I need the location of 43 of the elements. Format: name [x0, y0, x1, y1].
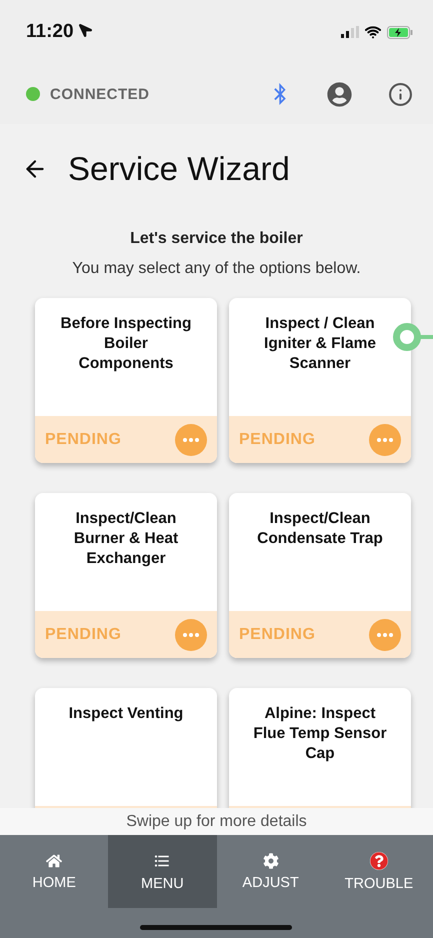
- home-icon: [46, 852, 62, 868]
- card-title: Before Inspecting Boiler Components: [60, 314, 192, 374]
- section-subheading: You may select any of the options below.: [71, 260, 362, 278]
- nav-tab[interactable]: MENU: [108, 835, 216, 908]
- help-icon: [370, 852, 388, 870]
- section-heading: Let's service the boiler: [129, 230, 304, 248]
- more-button[interactable]: [369, 618, 401, 650]
- ellipsis-icon: [377, 632, 393, 636]
- task-card[interactable]: Alpine: Inspect Flue Temp Sensor Cap: [229, 688, 411, 808]
- nav-tab[interactable]: HOME: [0, 835, 108, 908]
- task-card[interactable]: Inspect / Clean Igniter & Flame Scanner PENDING: [229, 298, 411, 463]
- card-title: Alpine: Inspect Flue Temp Sensor Cap: [252, 704, 388, 764]
- status-label: PENDING: [45, 430, 122, 448]
- swipe-hint: Swipe up for more details: [0, 808, 433, 835]
- location-icon: [78, 24, 92, 37]
- task-card[interactable]: Inspect/Clean Burner & Heat Exchanger PENDING: [35, 493, 217, 658]
- more-button[interactable]: [369, 424, 401, 456]
- more-button[interactable]: [175, 424, 207, 456]
- gear-icon: [262, 852, 279, 868]
- status-time: 11:20: [26, 21, 92, 43]
- card-title: Inspect/Clean Condensate Trap: [256, 509, 384, 549]
- task-card[interactable]: Inspect/Clean Condensate Trap PENDING: [229, 493, 411, 658]
- page-title: Service Wizard: [68, 150, 290, 188]
- nav-tab[interactable]: TROUBLE: [324, 835, 433, 908]
- card-title: Inspect / Clean Igniter & Flame Scanner: [263, 314, 377, 374]
- ellipsis-icon: [377, 438, 393, 442]
- nav-tab[interactable]: ADJUST: [216, 835, 325, 908]
- ellipsis-icon: [183, 438, 199, 442]
- status-label: PENDING: [239, 430, 316, 448]
- info-icon[interactable]: [388, 82, 413, 106]
- status-label: PENDING: [239, 626, 316, 644]
- task-card[interactable]: Inspect Venting: [35, 688, 217, 808]
- signal-icon: [341, 26, 359, 38]
- card-title: Inspect Venting: [68, 704, 184, 724]
- wifi-icon: [365, 24, 381, 40]
- card-title: Inspect/Clean Burner & Heat Exchanger: [72, 509, 180, 569]
- battery-icon: [387, 26, 413, 38]
- status-label: PENDING: [45, 626, 122, 644]
- task-card[interactable]: Before Inspecting Boiler Components PENDING: [35, 298, 217, 463]
- ellipsis-icon: [183, 632, 199, 636]
- more-button[interactable]: [175, 618, 207, 650]
- connection-status: CONNECTED: [50, 86, 151, 102]
- account-icon[interactable]: [327, 82, 352, 106]
